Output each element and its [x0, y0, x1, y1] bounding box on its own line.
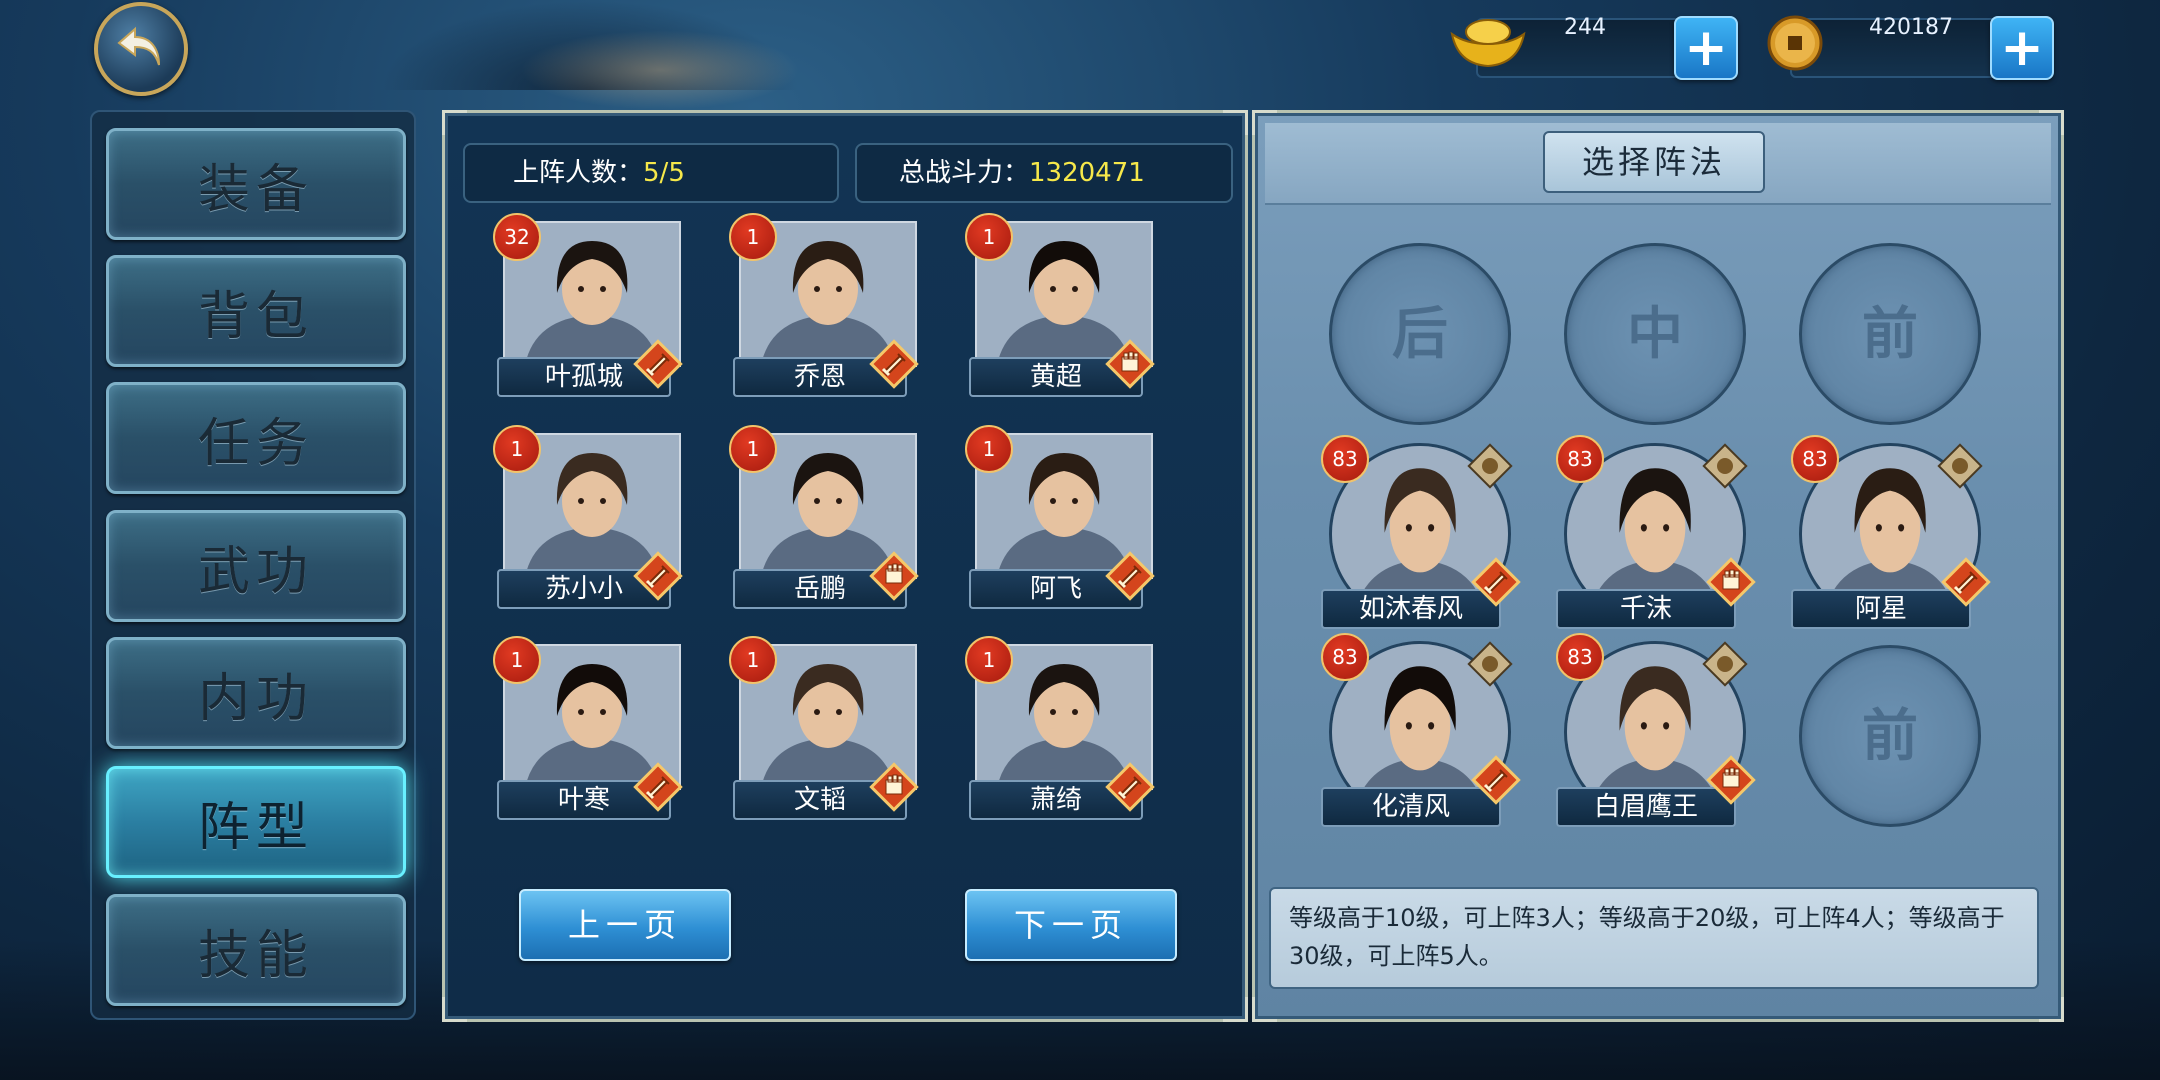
- menu-inner-power[interactable]: 内功: [106, 637, 406, 749]
- hero-card[interactable]: 1 苏小小: [493, 425, 683, 609]
- hero-card[interactable]: 1 叶寒: [493, 636, 683, 820]
- sword-weapon-icon: [633, 551, 683, 601]
- formation-rule-text: 等级高于10级，可上阵3人；等级高于20级，可上阵4人；等级高于30级，可上阵5…: [1269, 887, 2039, 989]
- hero-level-badge: 1: [729, 213, 777, 261]
- row-label-front: 前: [1799, 243, 1981, 425]
- hero-level-badge: 1: [965, 636, 1013, 684]
- add-gold-button[interactable]: +: [1674, 16, 1738, 80]
- sword-weapon-icon: [1941, 557, 1991, 607]
- martial-skill-icon: [1702, 641, 1748, 687]
- sword-weapon-icon: [633, 762, 683, 812]
- formation-slot[interactable]: 83 白眉鹰王: [1556, 633, 1756, 829]
- menu-equipment[interactable]: 装备: [106, 128, 406, 240]
- gold-value: 244: [1564, 15, 1606, 40]
- menu-formation[interactable]: 阵型: [106, 766, 406, 878]
- hero-card[interactable]: 1 岳鹏: [729, 425, 919, 609]
- row-label-back: 后: [1329, 243, 1511, 425]
- formation-hero-level: 83: [1556, 435, 1604, 483]
- back-arrow-icon: [117, 26, 160, 66]
- sword-weapon-icon: [1105, 762, 1155, 812]
- hero-card[interactable]: 1 黄超: [965, 213, 1155, 397]
- deployed-count: 上阵人数：5/5: [463, 143, 839, 203]
- hero-level-badge: 1: [493, 425, 541, 473]
- hero-level-badge: 1: [729, 425, 777, 473]
- formation-slot[interactable]: 83 千沫: [1556, 435, 1756, 631]
- copper-value: 420187: [1869, 15, 1953, 40]
- martial-skill-icon: [1937, 443, 1983, 489]
- sword-weapon-icon: [633, 339, 683, 389]
- formation-slot[interactable]: 83 如沐春风: [1321, 435, 1521, 631]
- sword-weapon-icon: [1471, 755, 1521, 805]
- formation-hero-level: 83: [1556, 633, 1604, 681]
- menu-skills[interactable]: 技能: [106, 894, 406, 1006]
- hero-card[interactable]: 1 文韬: [729, 636, 919, 820]
- hero-card[interactable]: 1 萧绮: [965, 636, 1155, 820]
- sword-weapon-icon: [869, 339, 919, 389]
- sword-weapon-icon: [1105, 551, 1155, 601]
- hero-card[interactable]: 32 叶孤城: [493, 213, 683, 397]
- fist-weapon-icon: [869, 551, 919, 601]
- total-power: 总战斗力：1320471: [855, 143, 1233, 203]
- prev-page-button[interactable]: 上一页: [519, 889, 731, 961]
- hero-roster-panel: 上阵人数：5/5 总战斗力：1320471 32 叶孤城 1 乔恩 1 黄超 1 苏小小 1 岳鹏…: [442, 110, 1248, 1022]
- select-formation-button[interactable]: 选择阵法: [1543, 131, 1765, 193]
- row-label-middle: 中: [1564, 243, 1746, 425]
- fist-weapon-icon: [869, 762, 919, 812]
- menu-martial-arts[interactable]: 武功: [106, 510, 406, 622]
- hero-level-badge: 32: [493, 213, 541, 261]
- fist-weapon-icon: [1706, 557, 1756, 607]
- hero-level-badge: 1: [965, 213, 1013, 261]
- sword-weapon-icon: [1471, 557, 1521, 607]
- formation-hero-level: 83: [1321, 633, 1369, 681]
- formation-panel: 选择阵法 后 中 前 83 如沐春风 83 千沫 83 阿星 83 化清风 83 白眉鹰王 前 等…: [1252, 110, 2064, 1022]
- next-page-button[interactable]: 下一页: [965, 889, 1177, 961]
- hero-level-badge: 1: [493, 636, 541, 684]
- martial-skill-icon: [1467, 641, 1513, 687]
- martial-skill-icon: [1467, 443, 1513, 489]
- back-button[interactable]: [94, 2, 188, 96]
- add-copper-button[interactable]: +: [1990, 16, 2054, 80]
- formation-slot[interactable]: 83 阿星: [1791, 435, 1991, 631]
- hero-card[interactable]: 1 乔恩: [729, 213, 919, 397]
- copper-coin-icon: [1767, 15, 1823, 71]
- hero-level-badge: 1: [965, 425, 1013, 473]
- martial-skill-icon: [1702, 443, 1748, 489]
- fist-weapon-icon: [1706, 755, 1756, 805]
- hero-level-badge: 1: [729, 636, 777, 684]
- fist-weapon-icon: [1105, 339, 1155, 389]
- formation-hero-level: 83: [1321, 435, 1369, 483]
- empty-formation-slot[interactable]: 前: [1799, 645, 1981, 827]
- menu-backpack[interactable]: 背包: [106, 255, 406, 367]
- menu-tasks[interactable]: 任务: [106, 382, 406, 494]
- side-menu: 装备 背包 任务 武功 内功 阵型 技能: [90, 110, 416, 1020]
- formation-slot[interactable]: 83 化清风: [1321, 633, 1521, 829]
- hero-card[interactable]: 1 阿飞: [965, 425, 1155, 609]
- formation-hero-level: 83: [1791, 435, 1839, 483]
